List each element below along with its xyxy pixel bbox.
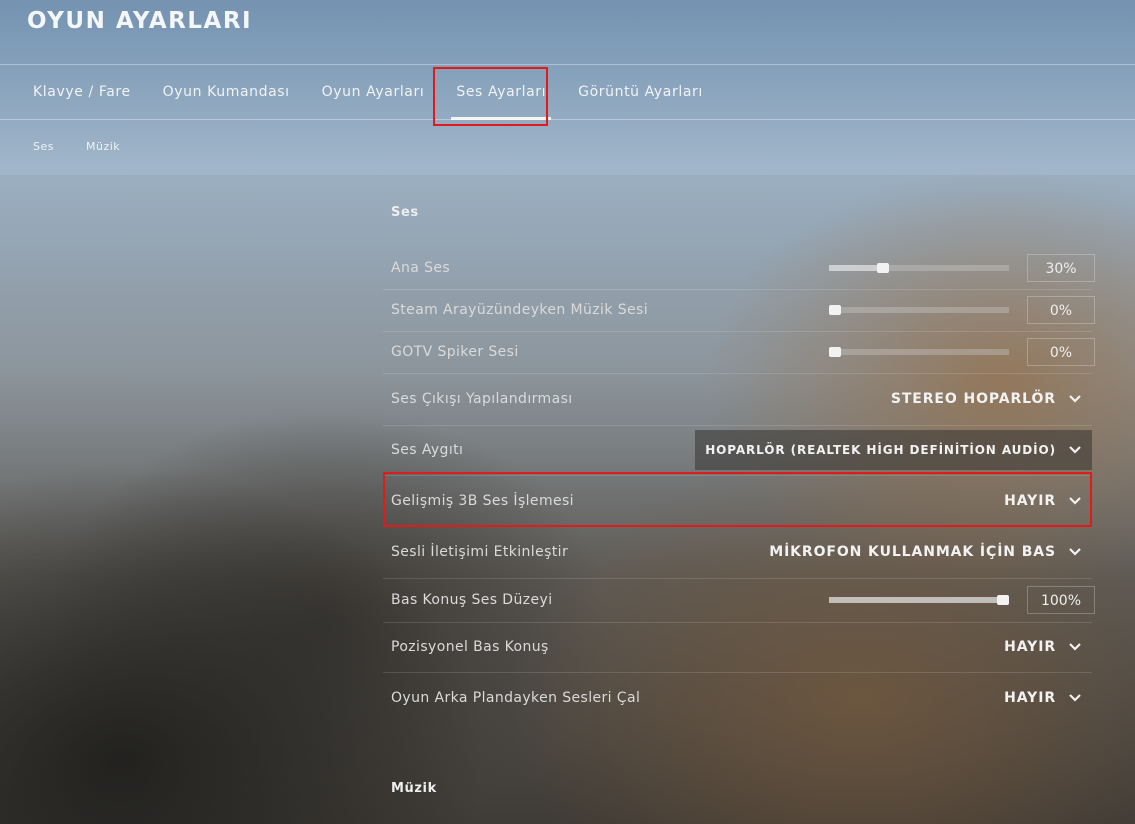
chevron-down-icon bbox=[1069, 548, 1081, 556]
setting-row-arka-plan: Oyun Arka Plandayken Sesleri Çal HAYIR bbox=[383, 672, 1092, 724]
dropdown-value: STEREO HOPARLÖR bbox=[890, 391, 1056, 407]
setting-row-pozisyonel: Pozisyonel Bas Konuş HAYIR bbox=[383, 622, 1092, 673]
section-title-ses: Ses bbox=[391, 205, 419, 220]
chevron-down-icon bbox=[1069, 643, 1081, 651]
ana-ses-slider[interactable] bbox=[829, 263, 1009, 273]
dropdown-value: HAYIR bbox=[1004, 639, 1056, 655]
main-tabs: Klavye / Fare Oyun Kumandası Oyun Ayarla… bbox=[0, 66, 719, 120]
ana-ses-value-field[interactable]: 30% bbox=[1027, 254, 1095, 282]
dropdown-value: MİKROFON KULLANMAK İÇİN BAS bbox=[769, 544, 1056, 560]
slider-handle[interactable] bbox=[829, 347, 841, 357]
setting-row-ana-ses: Ana Ses 30% bbox=[383, 247, 1095, 290]
setting-label: Ses Aygıtı bbox=[391, 442, 464, 458]
dropdown-value: HOPARLÖR (REALTEK HİGH DEFİNİTİON AUDİO) bbox=[705, 443, 1056, 457]
setting-label: Steam Arayüzündeyken Müzik Sesi bbox=[391, 302, 648, 318]
setting-row-gelismis-3b: Gelişmiş 3B Ses İşlemesi HAYIR bbox=[383, 475, 1092, 527]
subtab-ses[interactable]: Ses bbox=[0, 120, 70, 175]
chevron-down-icon bbox=[1069, 694, 1081, 702]
pozisyonel-dropdown[interactable]: HAYIR bbox=[994, 627, 1092, 667]
slider-handle[interactable] bbox=[829, 305, 841, 315]
arka-plan-dropdown[interactable]: HAYIR bbox=[994, 678, 1092, 718]
steam-muzik-slider[interactable] bbox=[829, 305, 1009, 315]
setting-label: Pozisyonel Bas Konuş bbox=[391, 639, 549, 655]
sesli-iletisim-dropdown[interactable]: MİKROFON KULLANMAK İÇİN BAS bbox=[759, 532, 1092, 572]
ses-aygiti-dropdown[interactable]: HOPARLÖR (REALTEK HİGH DEFİNİTİON AUDİO) bbox=[695, 430, 1092, 470]
setting-label: Bas Konuş Ses Düzeyi bbox=[391, 592, 553, 608]
tab-goruntu-ayarlari[interactable]: Görüntü Ayarları bbox=[562, 66, 719, 119]
tab-oyun-ayarlari[interactable]: Oyun Ayarları bbox=[306, 66, 441, 119]
setting-label: Oyun Arka Plandayken Sesleri Çal bbox=[391, 690, 641, 706]
setting-row-gotv-spiker: GOTV Spiker Sesi 0% bbox=[383, 331, 1095, 374]
page-title: OYUN AYARLARI bbox=[27, 8, 253, 34]
dropdown-value: HAYIR bbox=[1004, 492, 1056, 509]
slider-handle[interactable] bbox=[877, 263, 889, 273]
setting-row-ses-cikisi: Ses Çıkışı Yapılandırması STEREO HOPARLÖ… bbox=[383, 373, 1092, 426]
setting-row-sesli-iletisim: Sesli İletişimi Etkinleştir MİKROFON KUL… bbox=[383, 526, 1092, 579]
setting-label: GOTV Spiker Sesi bbox=[391, 344, 519, 360]
chevron-down-icon bbox=[1069, 395, 1081, 403]
chevron-down-icon bbox=[1069, 496, 1081, 505]
divider bbox=[0, 64, 1135, 65]
setting-row-bas-konus-duzey: Bas Konuş Ses Düzeyi 100% bbox=[383, 578, 1095, 623]
gelismis-3b-dropdown[interactable]: HAYIR bbox=[994, 481, 1092, 521]
chevron-down-icon bbox=[1069, 446, 1081, 454]
tab-oyun-kumandasi[interactable]: Oyun Kumandası bbox=[147, 66, 306, 119]
setting-label: Sesli İletişimi Etkinleştir bbox=[391, 544, 569, 560]
tab-klavye-fare[interactable]: Klavye / Fare bbox=[0, 66, 147, 119]
setting-label: Ana Ses bbox=[391, 260, 451, 276]
tab-ses-ayarlari[interactable]: Ses Ayarları bbox=[440, 66, 562, 120]
setting-label: Gelişmiş 3B Ses İşlemesi bbox=[391, 492, 574, 509]
setting-label: Ses Çıkışı Yapılandırması bbox=[391, 391, 573, 407]
gotv-spiker-value-field[interactable]: 0% bbox=[1027, 338, 1095, 366]
dropdown-value: HAYIR bbox=[1004, 690, 1056, 706]
subtab-muzik[interactable]: Müzik bbox=[70, 120, 136, 175]
sub-tabs: Ses Müzik bbox=[0, 120, 136, 175]
slider-handle[interactable] bbox=[997, 595, 1009, 605]
section-title-muzik: Müzik bbox=[391, 781, 437, 796]
setting-row-ses-aygiti: Ses Aygıtı HOPARLÖR (REALTEK HİGH DEFİNİ… bbox=[383, 425, 1092, 476]
steam-muzik-value-field[interactable]: 0% bbox=[1027, 296, 1095, 324]
settings-header: OYUN AYARLARI Klavye / Fare Oyun Kumanda… bbox=[0, 0, 1135, 175]
bas-konus-duzey-value-field[interactable]: 100% bbox=[1027, 586, 1095, 614]
gotv-spiker-slider[interactable] bbox=[829, 347, 1009, 357]
bas-konus-duzey-slider[interactable] bbox=[829, 595, 1009, 605]
ses-cikisi-dropdown[interactable]: STEREO HOPARLÖR bbox=[881, 379, 1092, 419]
setting-row-steam-muzik: Steam Arayüzündeyken Müzik Sesi 0% bbox=[383, 289, 1095, 332]
divider bbox=[0, 119, 1135, 120]
